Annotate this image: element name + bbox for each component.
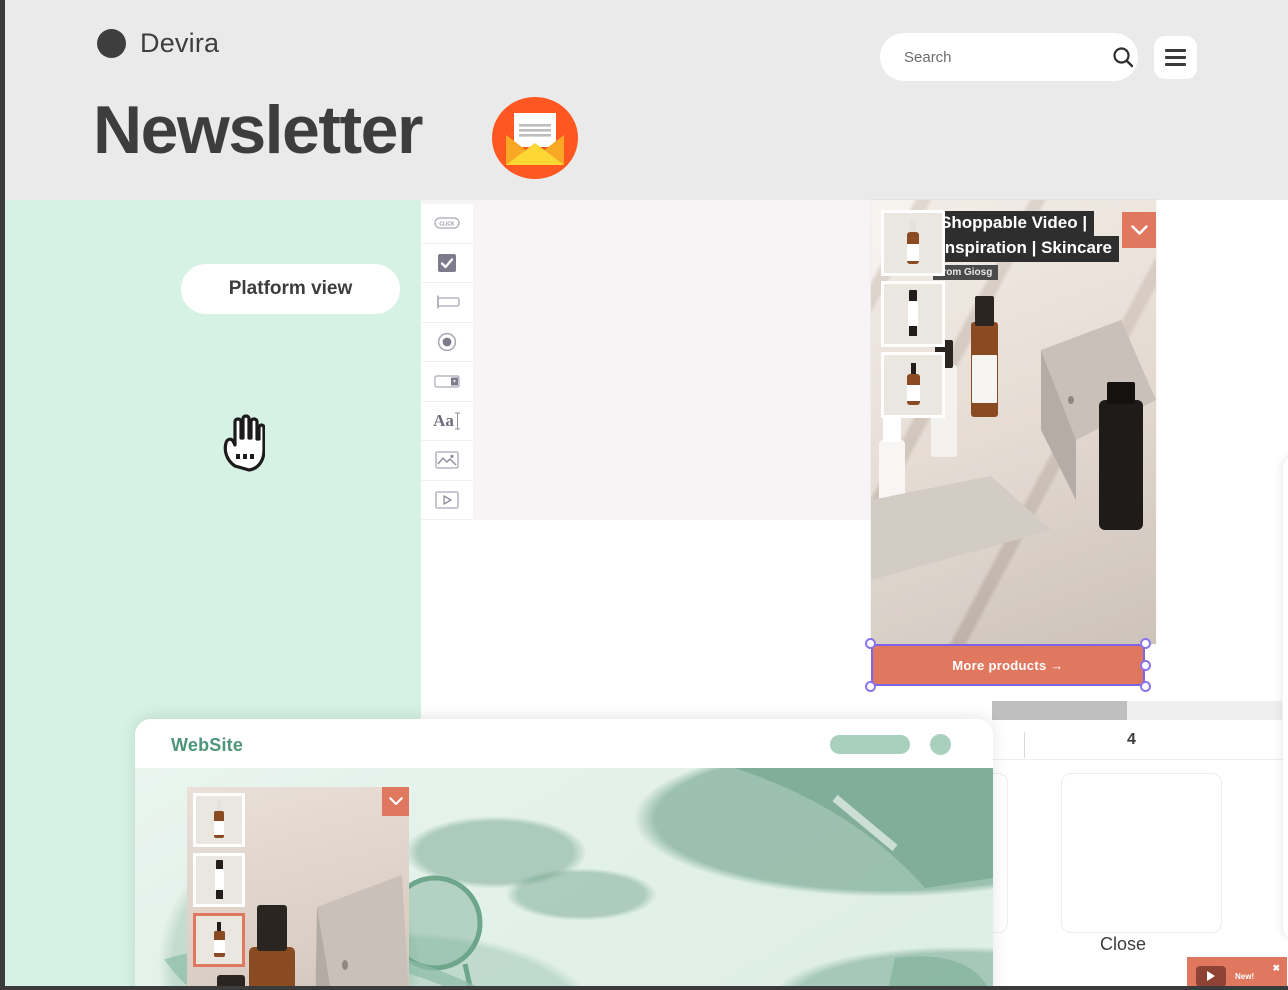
video-title-block: Shoppable Video | Inspiration | Skincare… <box>933 211 1119 280</box>
resize-handle-bottom-right[interactable] <box>1140 681 1151 692</box>
website-shoppable-panel[interactable]: More products → <box>187 787 409 986</box>
badge-label: New! <box>1235 971 1255 981</box>
play-triangle-icon <box>1207 971 1215 981</box>
product-thumbnail-3[interactable] <box>881 352 945 418</box>
more-products-cta[interactable]: More products → <box>871 644 1145 686</box>
brand: Devira <box>97 28 219 59</box>
app-window: Devira Newsletter Search Platform view C… <box>0 0 1288 990</box>
panel-scrollbar-thumb[interactable] <box>992 701 1127 720</box>
video-title-line-2: Inspiration | Skincare <box>933 236 1119 262</box>
website-collapse-button[interactable] <box>382 787 409 816</box>
checkbox-tool[interactable] <box>421 243 473 283</box>
window-pill-control[interactable] <box>830 735 910 754</box>
close-icon[interactable]: ✖ <box>1272 963 1280 974</box>
dropdown-tool[interactable] <box>421 362 473 402</box>
website-titlebar: WebSite <box>135 719 993 768</box>
dropdown-icon <box>434 375 460 388</box>
text-tool[interactable]: Aa <box>421 401 473 441</box>
menu-line-3 <box>1165 63 1186 66</box>
resize-handle-bottom-left[interactable] <box>865 681 876 692</box>
video-new-badge[interactable]: New! ✖ <box>1187 957 1287 986</box>
envelope-icon <box>492 97 578 179</box>
video-icon <box>435 491 459 509</box>
panel-label-close: Close <box>1100 934 1147 954</box>
resize-handle-middle-right[interactable] <box>1140 660 1151 671</box>
product-thumbnail-1[interactable] <box>881 210 945 276</box>
menu-line-2 <box>1165 56 1186 59</box>
panel-scrollbar[interactable] <box>992 701 1282 720</box>
search-bar[interactable] <box>880 33 1138 81</box>
site-product-thumbnail-1[interactable] <box>193 793 245 847</box>
image-icon <box>435 451 459 469</box>
panel-card-slot-close[interactable]: New! ✖ <box>1061 773 1287 986</box>
tab-separator <box>1024 732 1025 758</box>
page-title: Newsletter <box>93 92 423 168</box>
chevron-down-icon <box>388 797 403 806</box>
website-thumbnail-strip <box>193 793 245 967</box>
tab-number-4[interactable]: 4 <box>1127 731 1136 749</box>
slider-icon <box>437 295 460 309</box>
site-product-thumbnail-3[interactable] <box>193 913 245 967</box>
stage: Platform view CLICK Aa Shoppable Video |… <box>5 200 1288 986</box>
video-collapse-button[interactable] <box>1122 212 1156 248</box>
resize-handle-top-right[interactable] <box>1140 638 1151 649</box>
platform-view-button[interactable]: Platform view <box>181 264 400 314</box>
search-input[interactable] <box>880 33 1111 81</box>
circle-logo-icon <box>97 29 126 58</box>
svg-text:CLICK: CLICK <box>439 222 455 228</box>
video-tool[interactable] <box>421 480 473 520</box>
image-tool[interactable] <box>421 441 473 481</box>
video-thumbnail-strip <box>881 210 945 418</box>
product-thumbnail-2[interactable] <box>881 281 945 347</box>
shoppable-video-overlay[interactable]: Shoppable Video | Inspiration | Skincare… <box>871 200 1156 644</box>
click-button-icon: CLICK <box>434 217 460 229</box>
video-title-line-1: Shoppable Video | <box>933 211 1095 237</box>
slider-tool[interactable] <box>421 283 473 323</box>
page-header: Devira Newsletter <box>5 0 1288 200</box>
checkbox-icon <box>438 253 456 272</box>
search-icon[interactable] <box>1111 45 1135 69</box>
hamburger-menu-icon[interactable] <box>1154 36 1197 79</box>
website-title: WebSite <box>171 735 244 755</box>
play-icon <box>1196 965 1226 986</box>
panel-tabs-row: 4 <box>965 724 1288 760</box>
offscreen-panel-edge <box>1283 455 1288 940</box>
radio-button-icon <box>437 332 457 351</box>
brand-name: Devira <box>140 28 220 58</box>
text-caret-icon <box>454 412 460 430</box>
chevron-down-icon <box>1130 224 1148 235</box>
text-aa-icon: Aa <box>433 410 454 430</box>
right-tool-panel: 4 New! ✖ ew Close <box>925 694 1288 986</box>
site-product-thumbnail-2[interactable] <box>193 853 245 907</box>
resize-handle-top-left[interactable] <box>865 638 876 649</box>
selected-cta-element[interactable]: More products → <box>865 638 1151 692</box>
pointing-hand-cursor <box>219 412 266 472</box>
editor-tool-rail: CLICK Aa <box>421 204 473 520</box>
button-tool[interactable]: CLICK <box>421 204 473 244</box>
website-preview-window[interactable]: WebSite <box>135 719 993 986</box>
radio-tool[interactable] <box>421 322 473 362</box>
window-dot-control[interactable] <box>930 734 951 755</box>
editor-canvas: CLICK Aa <box>421 200 871 520</box>
menu-line-1 <box>1165 49 1186 52</box>
